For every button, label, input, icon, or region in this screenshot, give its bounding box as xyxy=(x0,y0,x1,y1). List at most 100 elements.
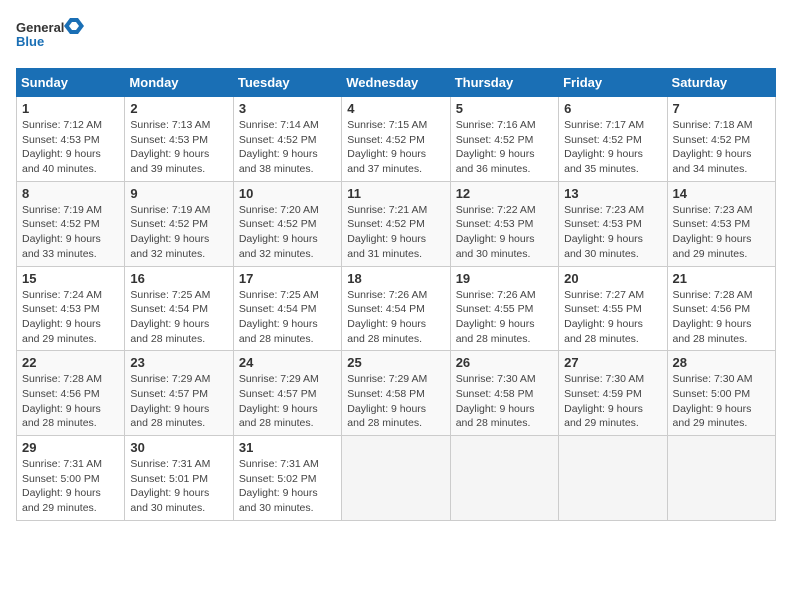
day-cell: 10Sunrise: 7:20 AMSunset: 4:52 PMDayligh… xyxy=(233,181,341,266)
col-header-tuesday: Tuesday xyxy=(233,69,341,97)
day-number: 9 xyxy=(130,186,227,201)
day-cell: 12 Sunrise: 7:22 AMSunset: 4:53 PMDayligh… xyxy=(450,181,558,266)
logo: General Blue xyxy=(16,16,86,58)
day-cell: 7Sunrise: 7:18 AMSunset: 4:52 PMDaylight… xyxy=(667,97,775,182)
day-info: Sunrise: 7:23 AMSunset: 4:53 PMDaylight:… xyxy=(673,203,770,262)
week-row-5: 29 Sunrise: 7:31 AMSunset: 5:00 PMDayligh… xyxy=(17,436,776,521)
day-info: Sunrise: 7:25 AMSunset: 4:54 PMDaylight:… xyxy=(130,288,227,347)
day-cell: 20 Sunrise: 7:27 AMSunset: 4:55 PMDayligh… xyxy=(559,266,667,351)
day-number: 8 xyxy=(22,186,119,201)
day-info: Sunrise: 7:25 AMSunset: 4:54 PMDaylight:… xyxy=(239,288,336,347)
day-info: Sunrise: 7:19 AMSunset: 4:52 PMDaylight:… xyxy=(22,203,119,262)
day-cell: 3 Sunrise: 7:14 AMSunset: 4:52 PMDaylight… xyxy=(233,97,341,182)
day-info: Sunrise: 7:23 AMSunset: 4:53 PMDaylight:… xyxy=(564,203,661,262)
svg-text:Blue: Blue xyxy=(16,34,44,49)
day-info: Sunrise: 7:17 AMSunset: 4:52 PMDaylight:… xyxy=(564,118,661,177)
day-number: 29 xyxy=(22,440,119,455)
day-cell: 26 Sunrise: 7:30 AMSunset: 4:58 PMDayligh… xyxy=(450,351,558,436)
day-info: Sunrise: 7:29 AMSunset: 4:57 PMDaylight:… xyxy=(239,372,336,431)
day-number: 18 xyxy=(347,271,444,286)
week-row-4: 22 Sunrise: 7:28 AMSunset: 4:56 PMDayligh… xyxy=(17,351,776,436)
week-row-3: 15 Sunrise: 7:24 AMSunset: 4:53 PMDayligh… xyxy=(17,266,776,351)
day-cell xyxy=(559,436,667,521)
day-cell xyxy=(667,436,775,521)
day-info: Sunrise: 7:14 AMSunset: 4:52 PMDaylight:… xyxy=(239,118,336,177)
day-info: Sunrise: 7:13 AMSunset: 4:53 PMDaylight:… xyxy=(130,118,227,177)
col-header-wednesday: Wednesday xyxy=(342,69,450,97)
day-number: 31 xyxy=(239,440,336,455)
day-cell: 29 Sunrise: 7:31 AMSunset: 5:00 PMDayligh… xyxy=(17,436,125,521)
svg-text:General: General xyxy=(16,20,64,35)
day-info: Sunrise: 7:31 AMSunset: 5:00 PMDaylight:… xyxy=(22,457,119,516)
day-info: Sunrise: 7:26 AMSunset: 4:55 PMDaylight:… xyxy=(456,288,553,347)
calendar-table: SundayMondayTuesdayWednesdayThursdayFrid… xyxy=(16,68,776,521)
day-cell: 25Sunrise: 7:29 AMSunset: 4:58 PMDayligh… xyxy=(342,351,450,436)
day-number: 1 xyxy=(22,101,119,116)
day-cell: 13 Sunrise: 7:23 AMSunset: 4:53 PMDayligh… xyxy=(559,181,667,266)
day-number: 16 xyxy=(130,271,227,286)
day-cell: 16 Sunrise: 7:25 AMSunset: 4:54 PMDayligh… xyxy=(125,266,233,351)
day-number: 17 xyxy=(239,271,336,286)
day-cell: 2Sunrise: 7:13 AMSunset: 4:53 PMDaylight… xyxy=(125,97,233,182)
day-cell: 22 Sunrise: 7:28 AMSunset: 4:56 PMDayligh… xyxy=(17,351,125,436)
day-cell: 14Sunrise: 7:23 AMSunset: 4:53 PMDayligh… xyxy=(667,181,775,266)
day-cell: 9 Sunrise: 7:19 AMSunset: 4:52 PMDaylight… xyxy=(125,181,233,266)
page-header: General Blue xyxy=(16,16,776,58)
day-info: Sunrise: 7:29 AMSunset: 4:58 PMDaylight:… xyxy=(347,372,444,431)
day-cell: 30Sunrise: 7:31 AMSunset: 5:01 PMDayligh… xyxy=(125,436,233,521)
week-row-1: 1 Sunrise: 7:12 AMSunset: 4:53 PMDaylight… xyxy=(17,97,776,182)
day-number: 15 xyxy=(22,271,119,286)
col-header-friday: Friday xyxy=(559,69,667,97)
day-info: Sunrise: 7:29 AMSunset: 4:57 PMDaylight:… xyxy=(130,372,227,431)
day-info: Sunrise: 7:26 AMSunset: 4:54 PMDaylight:… xyxy=(347,288,444,347)
col-header-thursday: Thursday xyxy=(450,69,558,97)
week-row-2: 8 Sunrise: 7:19 AMSunset: 4:52 PMDaylight… xyxy=(17,181,776,266)
day-cell: 23 Sunrise: 7:29 AMSunset: 4:57 PMDayligh… xyxy=(125,351,233,436)
day-cell: 8 Sunrise: 7:19 AMSunset: 4:52 PMDaylight… xyxy=(17,181,125,266)
day-number: 12 xyxy=(456,186,553,201)
day-number: 11 xyxy=(347,186,444,201)
day-cell: 11 Sunrise: 7:21 AMSunset: 4:52 PMDayligh… xyxy=(342,181,450,266)
day-cell: 28Sunrise: 7:30 AMSunset: 5:00 PMDayligh… xyxy=(667,351,775,436)
day-info: Sunrise: 7:19 AMSunset: 4:52 PMDaylight:… xyxy=(130,203,227,262)
day-info: Sunrise: 7:24 AMSunset: 4:53 PMDaylight:… xyxy=(22,288,119,347)
day-info: Sunrise: 7:30 AMSunset: 4:58 PMDaylight:… xyxy=(456,372,553,431)
day-number: 22 xyxy=(22,355,119,370)
calendar-header: SundayMondayTuesdayWednesdayThursdayFrid… xyxy=(17,69,776,97)
day-number: 10 xyxy=(239,186,336,201)
col-header-sunday: Sunday xyxy=(17,69,125,97)
day-number: 13 xyxy=(564,186,661,201)
day-number: 27 xyxy=(564,355,661,370)
day-number: 7 xyxy=(673,101,770,116)
day-info: Sunrise: 7:27 AMSunset: 4:55 PMDaylight:… xyxy=(564,288,661,347)
day-info: Sunrise: 7:21 AMSunset: 4:52 PMDaylight:… xyxy=(347,203,444,262)
day-number: 20 xyxy=(564,271,661,286)
day-cell: 17 Sunrise: 7:25 AMSunset: 4:54 PMDayligh… xyxy=(233,266,341,351)
day-number: 26 xyxy=(456,355,553,370)
day-number: 4 xyxy=(347,101,444,116)
logo-icon: General Blue xyxy=(16,16,86,58)
col-header-saturday: Saturday xyxy=(667,69,775,97)
day-cell: 18 Sunrise: 7:26 AMSunset: 4:54 PMDayligh… xyxy=(342,266,450,351)
day-number: 28 xyxy=(673,355,770,370)
day-info: Sunrise: 7:28 AMSunset: 4:56 PMDaylight:… xyxy=(22,372,119,431)
day-info: Sunrise: 7:16 AMSunset: 4:52 PMDaylight:… xyxy=(456,118,553,177)
day-cell: 27 Sunrise: 7:30 AMSunset: 4:59 PMDayligh… xyxy=(559,351,667,436)
day-number: 21 xyxy=(673,271,770,286)
day-number: 23 xyxy=(130,355,227,370)
day-cell xyxy=(450,436,558,521)
day-number: 24 xyxy=(239,355,336,370)
day-info: Sunrise: 7:12 AMSunset: 4:53 PMDaylight:… xyxy=(22,118,119,177)
day-cell: 1 Sunrise: 7:12 AMSunset: 4:53 PMDaylight… xyxy=(17,97,125,182)
day-cell: 21 Sunrise: 7:28 AMSunset: 4:56 PMDayligh… xyxy=(667,266,775,351)
day-number: 19 xyxy=(456,271,553,286)
col-header-monday: Monday xyxy=(125,69,233,97)
day-cell: 15 Sunrise: 7:24 AMSunset: 4:53 PMDayligh… xyxy=(17,266,125,351)
day-number: 3 xyxy=(239,101,336,116)
day-info: Sunrise: 7:22 AMSunset: 4:53 PMDaylight:… xyxy=(456,203,553,262)
day-info: Sunrise: 7:31 AMSunset: 5:02 PMDaylight:… xyxy=(239,457,336,516)
day-cell: 31 Sunrise: 7:31 AMSunset: 5:02 PMDayligh… xyxy=(233,436,341,521)
day-info: Sunrise: 7:15 AMSunset: 4:52 PMDaylight:… xyxy=(347,118,444,177)
day-info: Sunrise: 7:30 AMSunset: 4:59 PMDaylight:… xyxy=(564,372,661,431)
day-info: Sunrise: 7:28 AMSunset: 4:56 PMDaylight:… xyxy=(673,288,770,347)
